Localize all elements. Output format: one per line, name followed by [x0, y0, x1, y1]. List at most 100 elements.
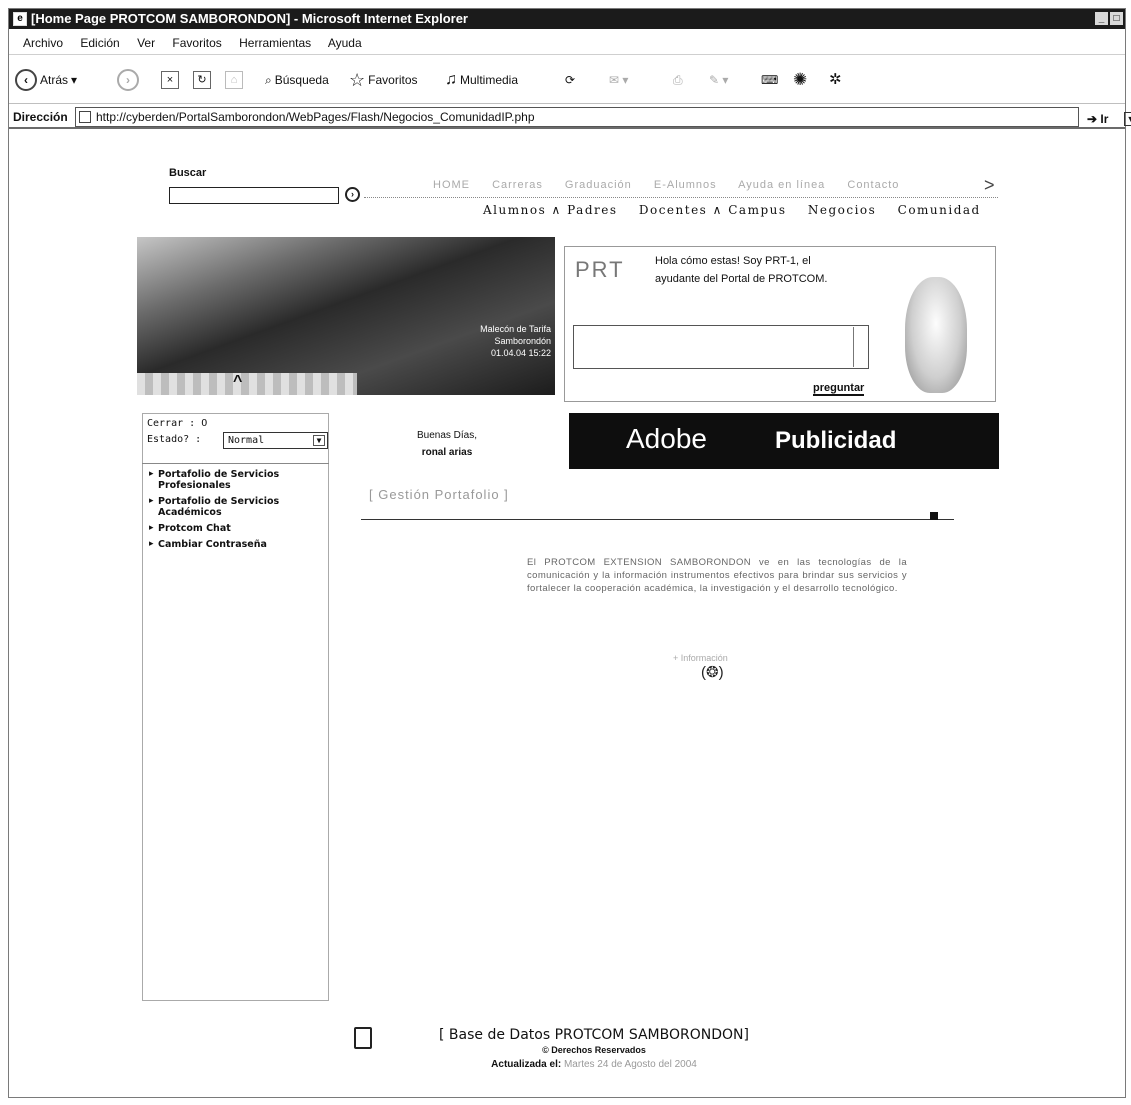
address-input[interactable]: http://cyberden/PortalSamborondon/WebPag… — [75, 107, 1131, 127]
toolbar: ‹ Atrás ▾ › × ↻ ⌂ ⌕ Búsqueda ☆ Favoritos… — [9, 56, 1125, 104]
menu-favoritos[interactable]: Favoritos — [172, 36, 221, 50]
more-info-link[interactable]: + Información — [673, 653, 728, 663]
banner-caption: Malecón de Tarifa Samborondón 01.04.04 1… — [480, 323, 551, 359]
print-icon: ⎙ — [673, 73, 683, 87]
greeting-text: Buenas Días, — [416, 430, 478, 441]
assistant-avatar — [905, 277, 967, 393]
go-label: Ir — [1100, 112, 1109, 126]
search-go-icon[interactable]: › — [345, 187, 360, 202]
menu-edicion[interactable]: Edición — [80, 36, 119, 50]
session-controls: Cerrar : O Estado? : — [147, 416, 207, 448]
stop-button[interactable]: × — [161, 68, 179, 92]
menu-herramientas[interactable]: Herramientas — [239, 36, 311, 50]
assistant-message-line2: ayudante del Portal de PROTCOM. — [655, 273, 828, 285]
chevron-up-icon[interactable]: ^ — [233, 373, 242, 391]
star-icon: ☆ — [349, 70, 366, 90]
edit-button[interactable]: ✎ ▾ — [709, 68, 728, 92]
edit-icon: ✎ ▾ — [709, 73, 729, 87]
nav-next-icon[interactable]: > — [984, 175, 995, 196]
nav-ayuda[interactable]: Ayuda en línea — [738, 179, 825, 191]
research-icon: ✲ — [829, 71, 842, 88]
estado-select[interactable]: Normal ▼ — [223, 432, 328, 449]
section-divider — [361, 519, 954, 520]
home-button[interactable]: ⌂ — [225, 68, 243, 92]
go-arrow-icon: ➔ — [1087, 112, 1098, 126]
discuss-button[interactable]: ⌨ — [761, 68, 778, 92]
footer-updated-label: Actualizada el: — [491, 1059, 562, 1070]
assistant-panel: PRT Hola cómo estas! Soy PRT-1, el ayuda… — [564, 246, 996, 402]
banner-thumbnail-strip[interactable] — [137, 373, 357, 395]
user-name: ronal arias — [421, 447, 473, 458]
nav-home[interactable]: HOME — [433, 179, 470, 191]
nav-carreras[interactable]: Carreras — [492, 179, 543, 191]
nav-e-alumnos[interactable]: E-Alumnos — [654, 179, 717, 191]
nav-graduacion[interactable]: Graduación — [565, 179, 632, 191]
ad-brand: Adobe — [626, 423, 707, 454]
browser-window: e [Home Page PROTCOM SAMBORONDON] - Micr… — [8, 8, 1131, 1098]
mail-button[interactable]: ✉ ▾ — [609, 68, 628, 92]
chevron-down-icon: ▼ — [313, 435, 325, 446]
research-button[interactable]: ✲ — [829, 68, 842, 92]
link-protcom-chat[interactable]: Protcom Chat — [149, 523, 324, 534]
footer-rights: © Derechos Reservados — [542, 1045, 646, 1055]
footer-updated: Actualizada el: Martes 24 de Agosto del … — [344, 1059, 844, 1070]
assistant-question-input[interactable] — [573, 325, 869, 369]
nav-divider — [364, 197, 998, 198]
cerrar-label: Cerrar : — [147, 418, 196, 429]
search-input[interactable] — [169, 187, 339, 204]
title-bar: e [Home Page PROTCOM SAMBORONDON] - Micr… — [9, 9, 1125, 29]
favorites-button[interactable]: ☆ Favoritos — [349, 68, 418, 92]
nav-contacto[interactable]: Contacto — [847, 179, 899, 191]
link-cambiar-contrasena[interactable]: Cambiar Contraseña — [149, 539, 324, 550]
window-title: [Home Page PROTCOM SAMBORONDON] - Micros… — [31, 11, 468, 26]
banner-caption-date: 01.04.04 15:22 — [490, 348, 551, 358]
cerrar-radio[interactable]: O — [201, 418, 207, 429]
print-button[interactable]: ⎙ — [673, 68, 683, 92]
address-dropdown-icon[interactable]: ▼ — [1124, 112, 1131, 126]
subnav-alumnos-padres[interactable]: Alumnos ∧ Padres — [483, 203, 618, 217]
section-title: [ Gestión Portafolio ] — [369, 487, 509, 502]
menu-archivo[interactable]: Archivo — [23, 36, 63, 50]
banner-caption-place: Malecón de Tarifa — [480, 324, 551, 334]
forward-button[interactable]: › — [117, 68, 139, 92]
home-icon: ⌂ — [225, 71, 243, 89]
estado-value: Normal — [228, 435, 265, 446]
subnav-docentes-campus[interactable]: Docentes ∧ Campus — [639, 203, 787, 217]
ad-label: Publicidad — [775, 427, 897, 454]
menu-ver[interactable]: Ver — [137, 36, 155, 50]
maximize-button[interactable]: □ — [1110, 12, 1123, 25]
subnav-comunidad[interactable]: Comunidad — [898, 203, 981, 217]
media-label: Multimedia — [460, 73, 519, 87]
discuss-icon: ⌨ — [761, 73, 779, 87]
link-servicios-academicos[interactable]: Portafolio de Servicios Académicos — [149, 496, 324, 518]
go-button[interactable]: ➔ Ir — [1087, 107, 1108, 131]
search-label: Buscar — [169, 167, 207, 179]
sidebar-divider — [142, 463, 329, 464]
messenger-button[interactable]: ✺ — [793, 68, 807, 92]
menu-ayuda[interactable]: Ayuda — [328, 36, 362, 50]
address-url: http://cyberden/PortalSamborondon/WebPag… — [96, 110, 535, 124]
more-info-icon[interactable]: (❂) — [701, 663, 724, 681]
minimize-button[interactable]: _ — [1095, 12, 1108, 25]
assistant-scrollbar[interactable] — [853, 327, 865, 367]
greeting: Buenas Días, ronal arias — [397, 427, 497, 461]
back-button[interactable]: ‹ Atrás ▾ — [15, 68, 77, 92]
ask-button[interactable]: preguntar — [813, 382, 865, 396]
dropdown-arrow-icon: ▾ — [71, 73, 78, 87]
back-label: Atrás — [40, 73, 69, 87]
subnav-negocios[interactable]: Negocios — [808, 203, 876, 217]
history-button[interactable]: ⟳ — [565, 68, 575, 92]
search-button[interactable]: ⌕ Búsqueda — [265, 68, 329, 92]
history-icon: ⟳ — [565, 73, 576, 87]
refresh-button[interactable]: ↻ — [193, 68, 211, 92]
media-button[interactable]: ♫ Multimedia — [445, 68, 518, 92]
stop-icon: × — [161, 71, 179, 89]
ad-banner[interactable]: Adobe Publicidad — [569, 413, 999, 469]
page-content: Buscar › HOME Carreras Graduación E-Alum… — [9, 131, 1125, 1097]
media-icon: ♫ — [445, 71, 457, 88]
link-servicios-profesionales[interactable]: Portafolio de Servicios Profesionales — [149, 469, 324, 491]
section-paragraph: El PROTCOM EXTENSION SAMBORONDON ve en l… — [527, 557, 907, 594]
footer: [ Base de Datos PROTCOM SAMBORONDON] © D… — [344, 1027, 844, 1070]
assistant-message-line1: Hola cómo estas! Soy PRT-1, el — [655, 255, 811, 267]
footer-title: [ Base de Datos PROTCOM SAMBORONDON] — [439, 1027, 749, 1043]
